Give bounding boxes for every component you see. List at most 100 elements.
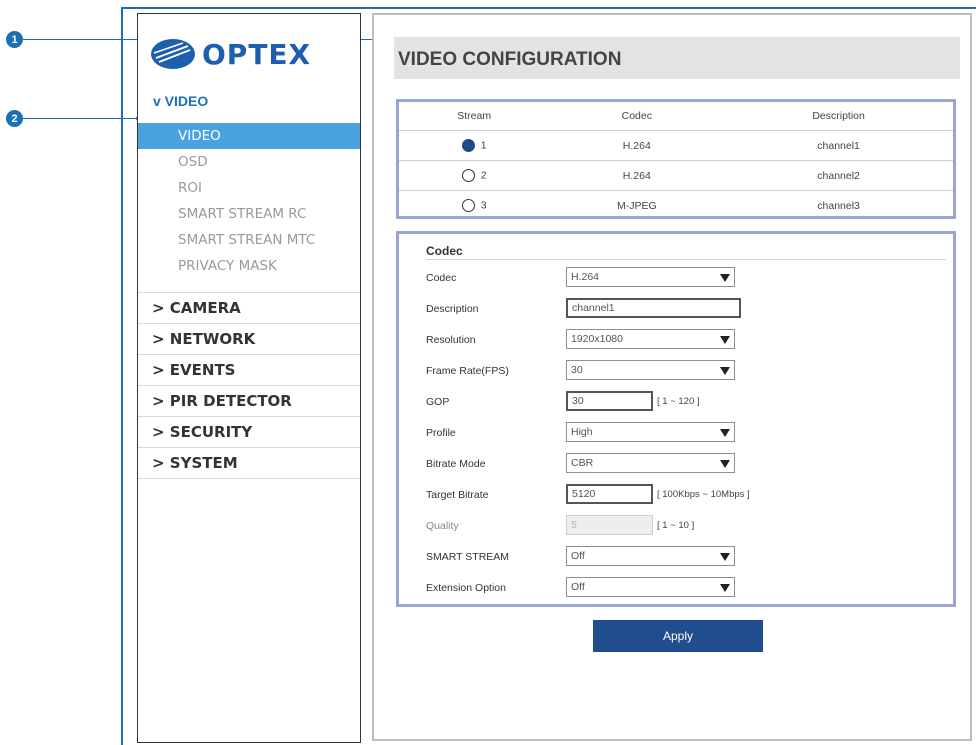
main-panel: VIDEO CONFIGURATION Stream Codec Descrip…: [372, 13, 972, 741]
dropdown-arrow-icon: [720, 274, 730, 282]
callout-marker-1: 1: [6, 31, 23, 48]
profile-select[interactable]: High: [566, 422, 735, 442]
subnav-item-privacy-mask[interactable]: PRIVACY MASK: [138, 253, 360, 279]
bitrate-mode-label: Bitrate Mode: [426, 458, 486, 470]
main-nav: > CAMERA > NETWORK > EVENTS > PIR DETECT…: [138, 292, 360, 479]
subnav-item-osd[interactable]: OSD: [138, 149, 360, 175]
dropdown-arrow-icon: [720, 460, 730, 468]
codec-settings-box: Codec Codec H.264 Description channel1 R…: [396, 231, 956, 607]
smart-stream-select-value: Off: [571, 550, 585, 562]
gop-label: GOP: [426, 396, 450, 408]
codec-section-heading: Codec: [426, 244, 463, 258]
stream-radio-1[interactable]: [461, 139, 475, 152]
smart-stream-select[interactable]: Off: [566, 546, 735, 566]
quality-row: Quality 5 [ 1 ~ 10 ]: [426, 515, 946, 537]
callout-marker-2: 2: [6, 110, 23, 127]
table-row[interactable]: 2 H.264 channel2: [399, 160, 953, 191]
codec-cell: M-JPEG: [616, 199, 657, 212]
bitrate-mode-select[interactable]: CBR: [566, 453, 735, 473]
codec-cell: H.264: [549, 160, 725, 191]
description-cell: channel3: [817, 199, 860, 212]
profile-row: Profile High: [426, 422, 946, 444]
table-row[interactable]: 1 H.264 channel1: [399, 130, 953, 161]
target-bitrate-row: Target Bitrate 5120 [ 100Kbps ~ 10Mbps ]: [426, 484, 946, 506]
dropdown-arrow-icon: [720, 584, 730, 592]
nav-item-security[interactable]: > SECURITY: [138, 416, 360, 447]
dropdown-arrow-icon: [720, 429, 730, 437]
bitrate-mode-row: Bitrate Mode CBR: [426, 453, 946, 475]
target-bitrate-range: [ 100Kbps ~ 10Mbps ]: [657, 489, 750, 500]
quality-input: 5: [566, 515, 653, 535]
codec-label: Codec: [426, 272, 457, 284]
logo-wordmark: OPTEX: [202, 37, 312, 71]
codec-select[interactable]: H.264: [566, 267, 735, 287]
subnav-item-smart-stream-mtc[interactable]: SMART STREAN MTC: [138, 227, 360, 253]
description-row: Description channel1: [426, 298, 946, 320]
table-row[interactable]: 3 M-JPEG channel3: [399, 191, 953, 221]
stream-cell: 2: [399, 160, 550, 191]
nav-item-network[interactable]: > NETWORK: [138, 323, 360, 354]
description-input[interactable]: channel1: [566, 298, 741, 318]
quality-label: Quality: [426, 520, 459, 532]
nav-section-video[interactable]: v VIDEO: [153, 93, 208, 109]
dropdown-arrow-icon: [720, 336, 730, 344]
frame-rate-label: Frame Rate(FPS): [426, 365, 509, 377]
frame-rate-select[interactable]: 30: [566, 360, 735, 380]
nav-item-events[interactable]: > EVENTS: [138, 354, 360, 385]
resolution-select-value: 1920x1080: [571, 333, 623, 345]
stream-cell: 1: [399, 130, 550, 161]
resolution-select[interactable]: 1920x1080: [566, 329, 735, 349]
apply-button[interactable]: Apply: [593, 620, 763, 652]
callout-line-2: [22, 118, 138, 119]
gop-input[interactable]: 30: [566, 391, 653, 411]
stream-number: 2: [480, 169, 487, 182]
codec-row: Codec H.264: [426, 267, 946, 289]
stream-number: 3: [480, 199, 487, 212]
gop-row: GOP 30 [ 1 ~ 120 ]: [426, 391, 946, 413]
column-header-description: Description: [724, 102, 953, 131]
dropdown-arrow-icon: [720, 367, 730, 375]
dropdown-arrow-icon: [720, 553, 730, 561]
smart-stream-label: SMART STREAM: [426, 551, 510, 563]
nav-item-system[interactable]: > SYSTEM: [138, 447, 360, 479]
extension-option-select[interactable]: Off: [566, 577, 735, 597]
optex-logo-icon: [151, 39, 195, 69]
video-subnav: VIDEO OSD ROI SMART STREAM RC SMART STRE…: [138, 123, 360, 279]
bitrate-mode-select-value: CBR: [571, 457, 594, 469]
page-title: VIDEO CONFIGURATION: [394, 37, 960, 79]
resolution-label: Resolution: [426, 334, 476, 346]
stream-radio-3[interactable]: [461, 199, 475, 212]
codec-select-value: H.264: [571, 271, 600, 283]
extension-option-row: Extension Option Off: [426, 577, 946, 599]
extension-option-select-value: Off: [571, 581, 585, 593]
extension-option-label: Extension Option: [426, 582, 506, 594]
stream-number: 1: [480, 139, 487, 152]
profile-select-value: High: [571, 426, 593, 438]
subnav-item-video[interactable]: VIDEO: [138, 123, 360, 149]
description-cell: channel1: [724, 130, 953, 161]
gop-range: [ 1 ~ 120 ]: [657, 396, 700, 407]
description-label: Description: [426, 303, 479, 315]
nav-item-pir-detector[interactable]: > PIR DETECTOR: [138, 385, 360, 416]
nav-item-camera[interactable]: > CAMERA: [138, 292, 360, 323]
stream-radio-2[interactable]: [461, 169, 475, 182]
sidebar: OPTEX v VIDEO VIDEO OSD ROI SMART STREAM…: [137, 13, 361, 743]
frame-rate-row: Frame Rate(FPS) 30: [426, 360, 946, 382]
optex-logo: OPTEX: [150, 34, 350, 74]
codec-cell: H.264: [549, 130, 725, 161]
target-bitrate-input[interactable]: 5120: [566, 484, 653, 504]
stream-table-box: Stream Codec Description 1 H.264 channel…: [396, 99, 956, 219]
quality-range: [ 1 ~ 10 ]: [657, 520, 695, 531]
subnav-item-roi[interactable]: ROI: [138, 175, 360, 201]
codec-heading-divider: [426, 259, 946, 260]
target-bitrate-label: Target Bitrate: [426, 489, 489, 501]
column-header-codec: Codec: [549, 102, 725, 131]
description-cell: channel2: [724, 160, 953, 191]
smart-stream-row: SMART STREAM Off: [426, 546, 946, 568]
stream-cell: 3: [399, 191, 549, 221]
frame-rate-select-value: 30: [571, 364, 583, 376]
callout-frame-top: [121, 7, 976, 9]
column-header-stream: Stream: [399, 102, 550, 131]
subnav-item-smart-stream-rc[interactable]: SMART STREAM RC: [138, 201, 360, 227]
profile-label: Profile: [426, 427, 456, 439]
